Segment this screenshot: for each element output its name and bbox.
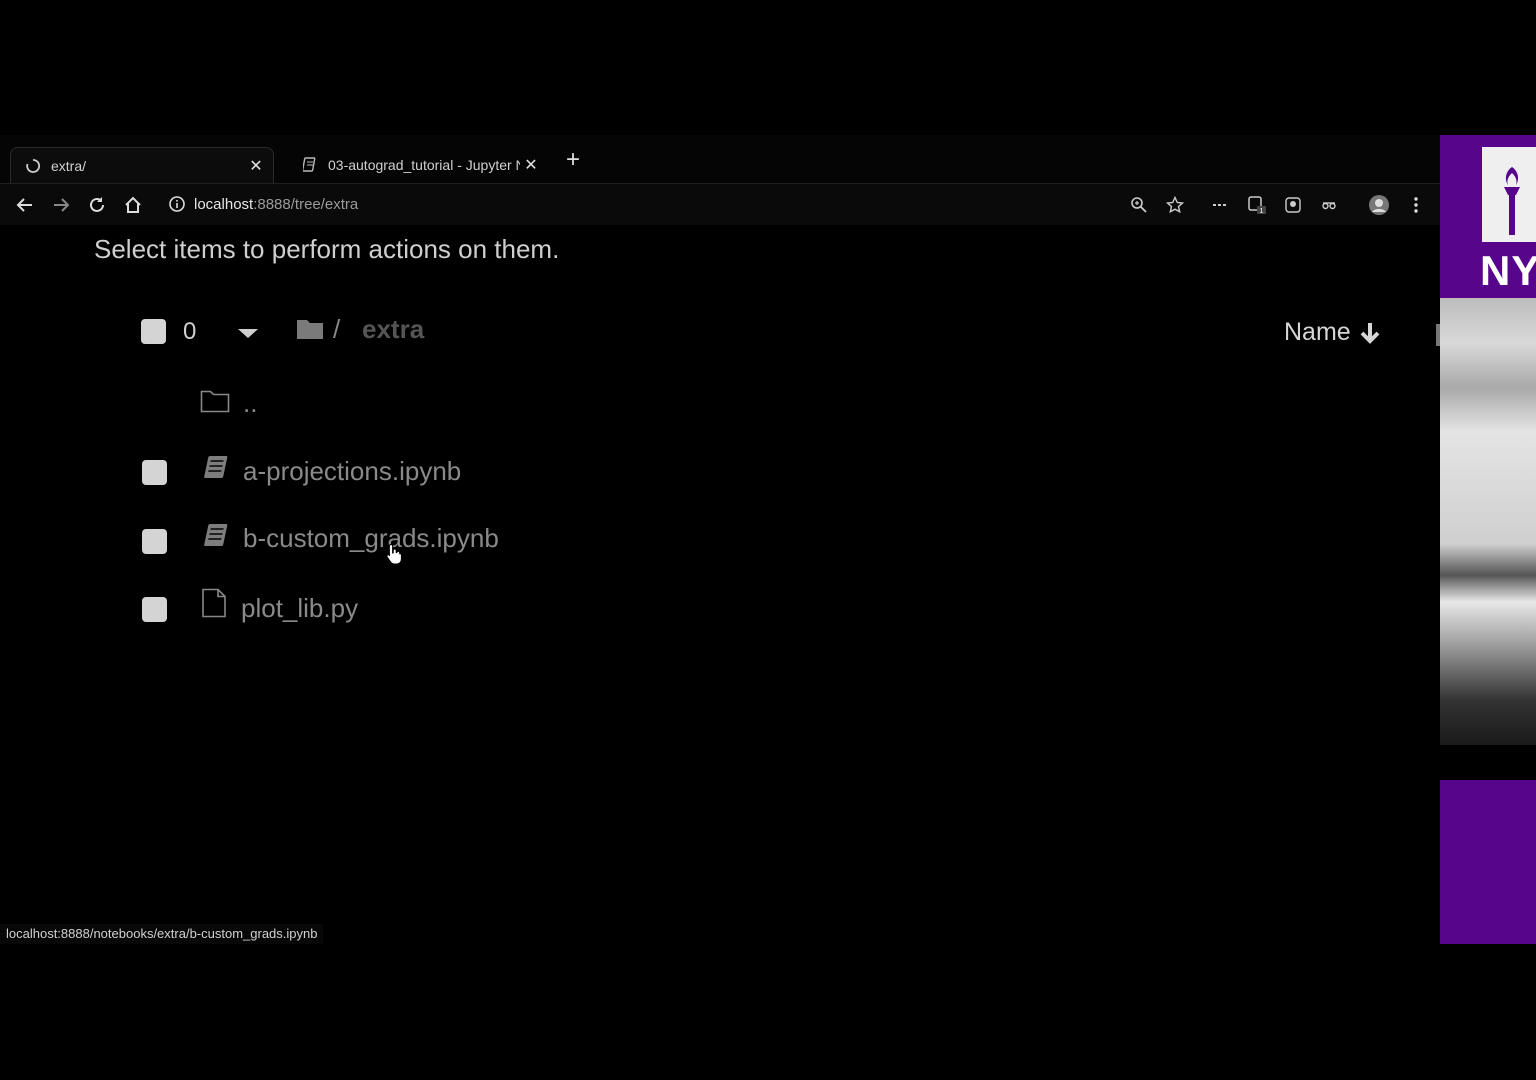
- breadcrumb-separator: /: [333, 314, 341, 344]
- back-icon[interactable]: [13, 193, 37, 217]
- tab-extra[interactable]: extra/ ✕: [10, 147, 274, 183]
- file-name[interactable]: b-custom_grads.ipynb: [243, 523, 499, 554]
- status-bar-url: localhost:8888/notebooks/extra/b-custom_…: [0, 924, 324, 944]
- list-item[interactable]: a-projections.ipynb: [0, 452, 1440, 502]
- browser-menu-icon[interactable]: [1404, 193, 1428, 217]
- select-all-checkbox[interactable]: [141, 319, 166, 344]
- breadcrumb-current[interactable]: extra: [362, 314, 424, 345]
- forward-icon[interactable]: [49, 193, 73, 217]
- incognito-extension-icon[interactable]: [1317, 193, 1341, 217]
- close-tab-icon[interactable]: ✕: [520, 154, 542, 176]
- folder-outline-icon: [200, 388, 230, 419]
- row-checkbox[interactable]: [142, 460, 167, 485]
- arrow-down-icon: [1360, 322, 1380, 344]
- list-item[interactable]: plot_lib.py: [0, 588, 1440, 638]
- sort-label: Name: [1284, 318, 1351, 346]
- extension-badge-icon[interactable]: 1: [1245, 193, 1269, 217]
- url-host: localhost: [194, 195, 254, 213]
- tab-title: 03-autograd_tutorial - Jupyter N: [328, 157, 520, 173]
- brand-panel-bottom: [1440, 780, 1536, 944]
- bookmark-star-icon[interactable]: [1163, 193, 1187, 217]
- logo-text: NY: [1480, 247, 1536, 294]
- list-item[interactable]: b-custom_grads.ipynb: [0, 520, 1440, 570]
- presenter-video: [1440, 298, 1536, 745]
- info-icon[interactable]: [168, 195, 186, 213]
- home-icon[interactable]: [121, 193, 145, 217]
- selected-count: 0: [183, 318, 197, 345]
- reload-icon[interactable]: [85, 193, 109, 217]
- row-checkbox[interactable]: [142, 597, 167, 622]
- selection-dropdown-icon[interactable]: [238, 329, 258, 338]
- tab-strip: extra/ ✕ 03-autograd_tutorial - Jupyter …: [0, 135, 1440, 183]
- notebook-icon: [200, 454, 230, 487]
- profile-avatar-icon[interactable]: [1367, 193, 1391, 217]
- location-extension-icon[interactable]: [1281, 193, 1305, 217]
- notebook-icon: [200, 522, 230, 555]
- brand-panel: NY: [1440, 135, 1536, 298]
- selection-instructions: Select items to perform actions on them.: [94, 234, 560, 264]
- loading-spinner-icon: [25, 158, 41, 174]
- tab-autograd-tutorial[interactable]: 03-autograd_tutorial - Jupyter N ✕: [288, 147, 548, 183]
- address-bar[interactable]: localhost:8888/tree/extra: [160, 189, 1200, 219]
- notebook-icon: [302, 157, 318, 173]
- new-tab-button[interactable]: +: [560, 148, 586, 174]
- torch-logo: [1482, 147, 1536, 242]
- file-name[interactable]: plot_lib.py: [241, 593, 358, 624]
- file-list-header: 0 / extra Name: [0, 310, 1440, 356]
- row-checkbox[interactable]: [142, 529, 167, 554]
- svg-text:1: 1: [1260, 208, 1264, 215]
- file-name[interactable]: ..: [243, 388, 257, 419]
- list-item-parent-dir[interactable]: ..: [0, 384, 1440, 434]
- file-name[interactable]: a-projections.ipynb: [243, 456, 461, 487]
- browser-toolbar: localhost:8888/tree/extra 1: [0, 183, 1440, 225]
- sort-by-name-button[interactable]: Name: [1284, 318, 1381, 347]
- zoom-icon[interactable]: [1127, 193, 1151, 217]
- tab-title: extra/: [51, 157, 87, 174]
- close-tab-icon[interactable]: ✕: [245, 155, 267, 177]
- extension-dots-icon[interactable]: [1208, 193, 1232, 217]
- hand-cursor-icon: [386, 543, 402, 565]
- folder-icon[interactable]: [296, 316, 324, 345]
- file-icon: [200, 588, 228, 623]
- url-path: :8888/tree/extra: [253, 195, 359, 213]
